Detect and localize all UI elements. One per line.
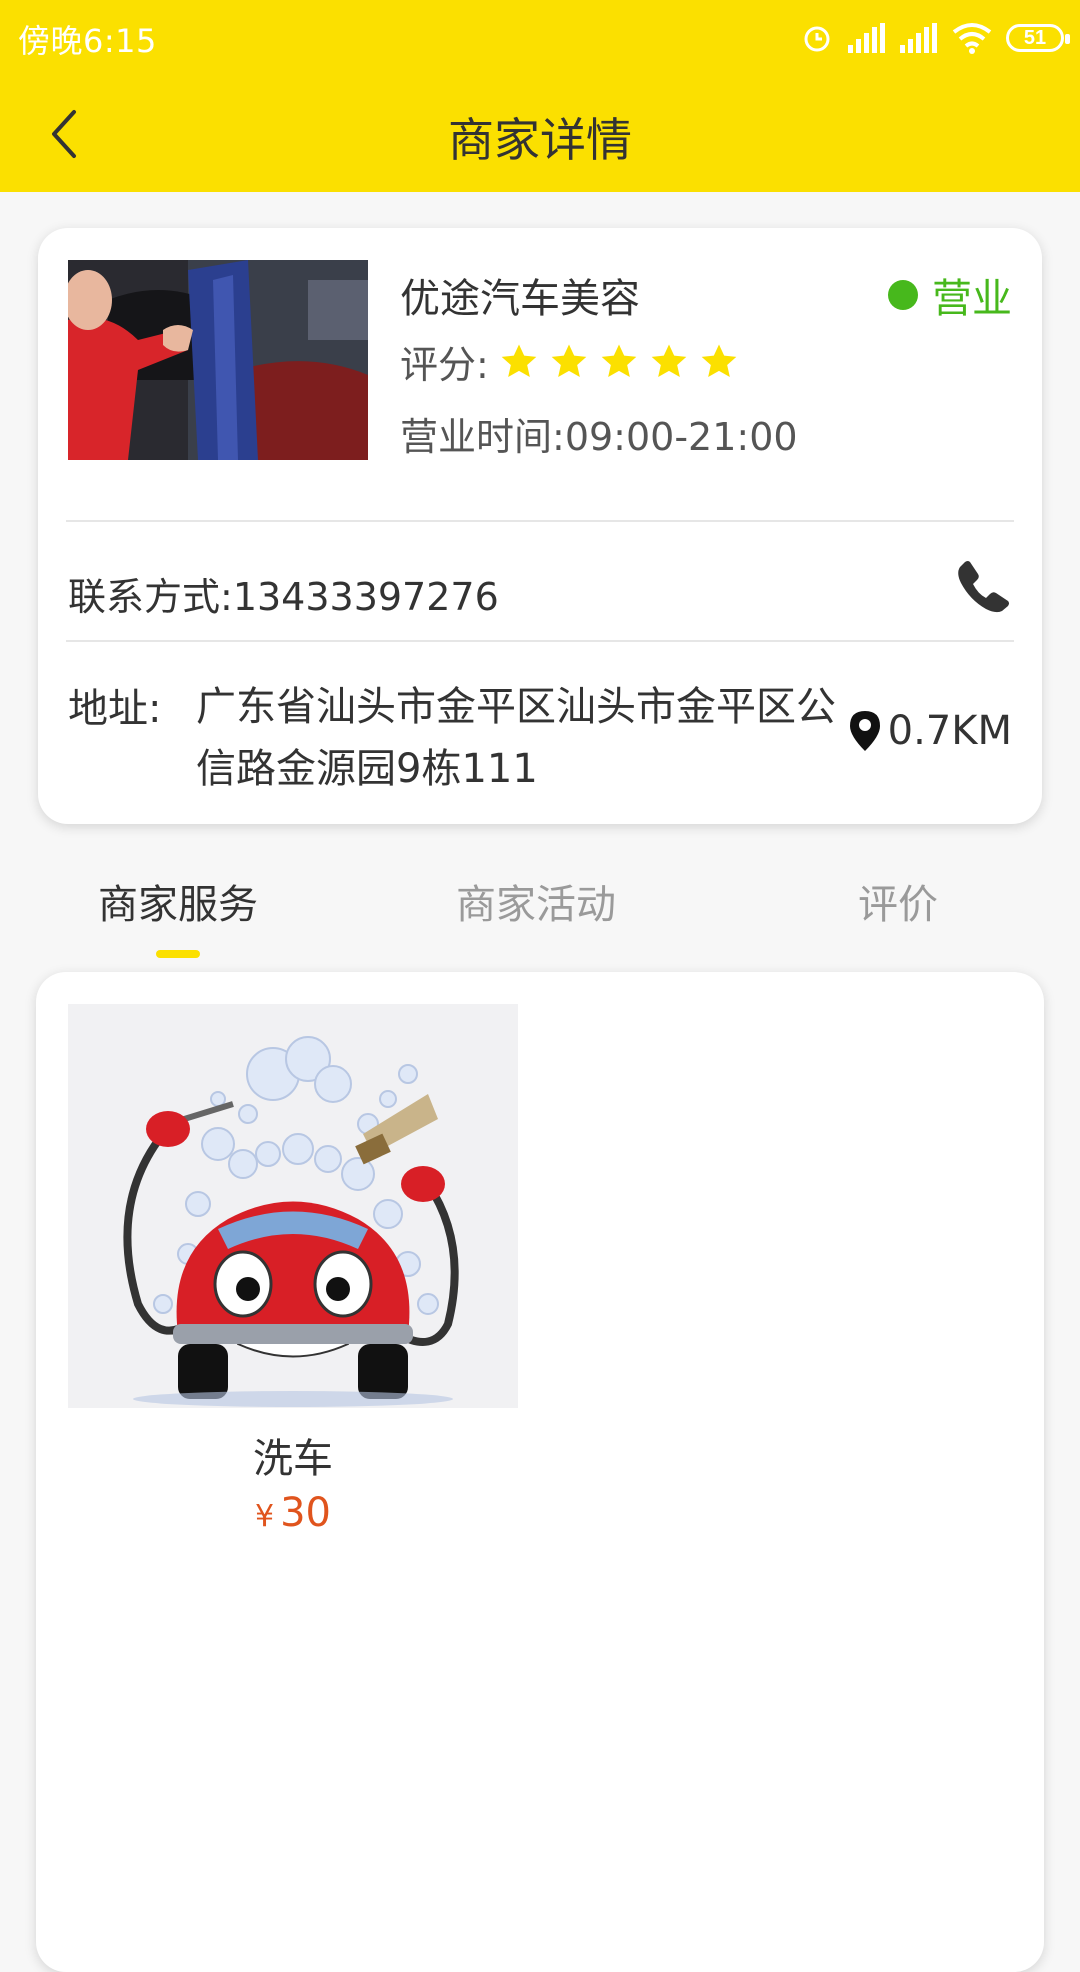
distance-button[interactable]: 0.7KM: [849, 708, 1012, 754]
business-hours: 营业时间:09:00-21:00: [400, 406, 798, 461]
tab-reviews[interactable]: 评价: [858, 872, 938, 930]
address-value: 广东省汕头市金平区汕头市金平区公信路金源园9栋111: [196, 684, 836, 792]
open-status-label: 营业: [932, 276, 1012, 322]
hours-label: 营业时间:: [400, 415, 565, 459]
star-icon: [651, 344, 687, 377]
address-label: 地址:: [68, 686, 162, 732]
service-image-car-wash: [68, 1004, 518, 1408]
status-icons: 51: [800, 14, 1070, 62]
contact-label: 联系方式:: [68, 575, 233, 619]
battery-level: 51: [1023, 26, 1047, 49]
hours-value: 09:00-21:00: [564, 415, 798, 459]
tab-merchant-services[interactable]: 商家服务: [98, 872, 258, 930]
star-icon: [601, 344, 637, 377]
star-icon: [701, 344, 737, 377]
call-button[interactable]: [956, 558, 1012, 614]
price-value: 30: [280, 1490, 331, 1536]
currency-symbol: ¥: [255, 1499, 275, 1534]
tab-bar: 商家服务 商家活动 评价: [0, 858, 1080, 968]
active-tab-indicator: [156, 950, 200, 958]
battery-icon: 51: [1006, 24, 1070, 52]
rating-row: 评分:: [400, 334, 739, 389]
merchant-card: 优途汽车美容 营业 评分: 营业时间:09:00-21:00 联系方式:1343…: [38, 228, 1042, 824]
wifi-icon: [952, 23, 992, 54]
divider: [66, 640, 1014, 642]
page-title: 商家详情: [448, 113, 632, 167]
contact-info: 联系方式:13433397276: [68, 566, 499, 621]
star-icon: [551, 344, 587, 377]
signal-icon: [900, 23, 937, 53]
merchant-photo[interactable]: [68, 260, 368, 460]
divider: [66, 520, 1014, 522]
services-card: 洗车 ¥30: [36, 972, 1044, 1972]
star-icon: [501, 344, 537, 377]
service-item[interactable]: 洗车 ¥30: [68, 1004, 518, 1544]
title-bar: 商家详情: [0, 76, 1080, 192]
map-pin-icon: [849, 711, 880, 751]
status-dot-icon: [888, 280, 918, 310]
status-bar: 傍晚6:15 51: [0, 0, 1080, 76]
contact-phone: 13433397276: [232, 575, 499, 619]
rating-label: 评分:: [400, 343, 489, 387]
rating-stars: [499, 342, 739, 382]
service-price: ¥30: [68, 1490, 518, 1536]
tab-merchant-activities[interactable]: 商家活动: [456, 872, 616, 930]
status-time: 傍晚6:15: [18, 22, 157, 60]
alarm-icon: [804, 26, 830, 52]
distance-value: 0.7KM: [887, 708, 1012, 754]
open-status-badge: 营业: [888, 266, 1012, 324]
service-name: 洗车: [253, 1436, 333, 1482]
phone-icon: [958, 561, 1009, 613]
signal-icon: [848, 23, 885, 53]
merchant-name: 优途汽车美容: [400, 276, 640, 322]
contact-row: 联系方式:13433397276: [68, 558, 1012, 621]
